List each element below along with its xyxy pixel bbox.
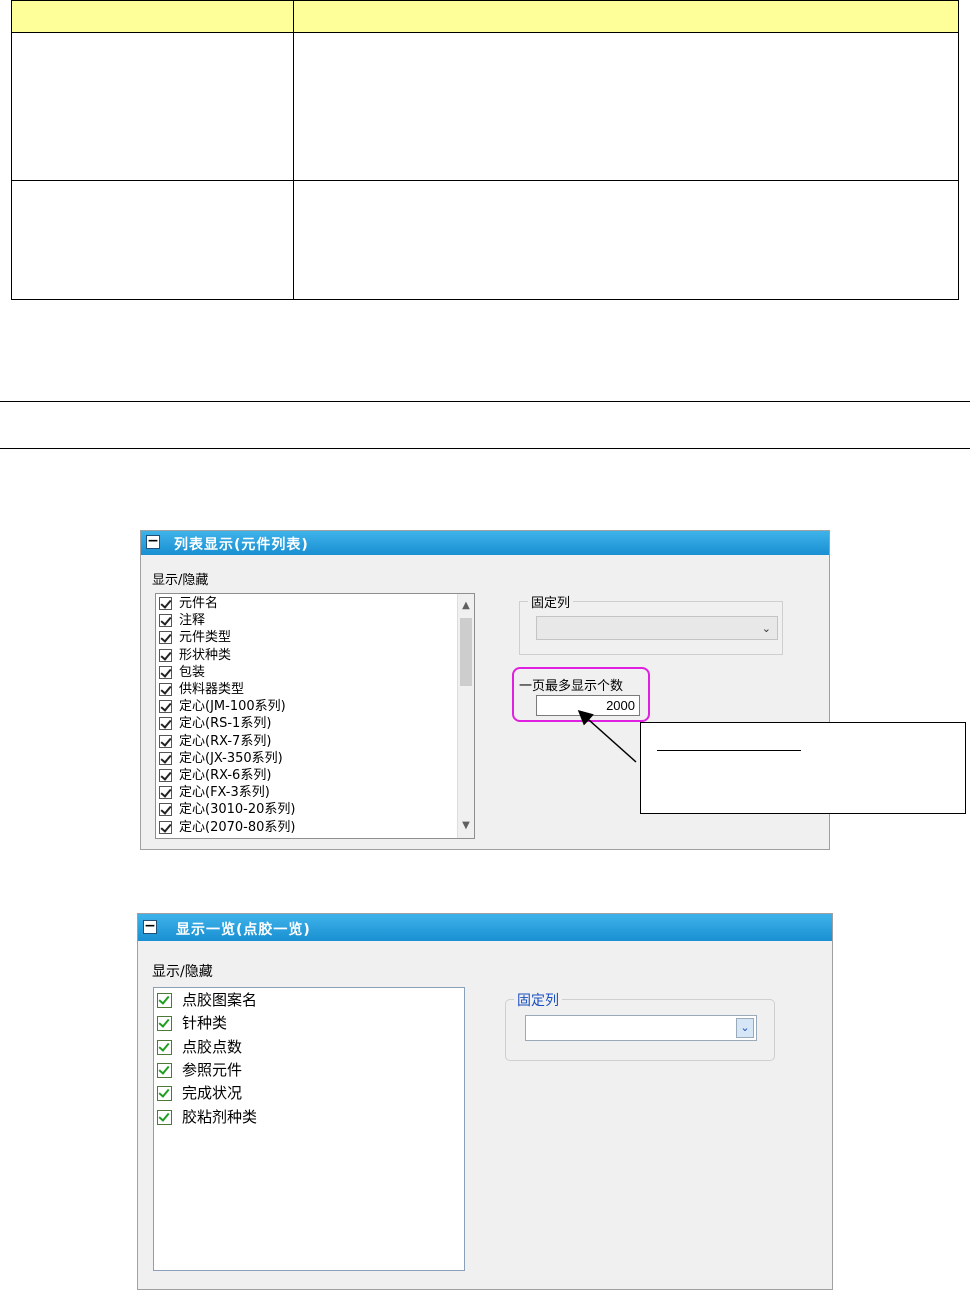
list-item-label: 包装 xyxy=(179,664,206,680)
horizontal-rule-top xyxy=(0,401,970,402)
check-icon[interactable] xyxy=(159,803,172,817)
show-hide-listbox[interactable]: 元件名注释 元件类型 形状种类 包装供料器类型定心(JM-100系列) 定心(RS-1系… xyxy=(155,593,475,839)
list-item-label: 供料器类型 xyxy=(179,682,245,697)
chevron-down-icon[interactable]: ⌄ xyxy=(736,1018,754,1038)
check-icon[interactable] xyxy=(159,631,172,645)
panel-title: 列表显示(元件列表) xyxy=(174,537,309,553)
check-icon[interactable] xyxy=(159,820,172,834)
list-item-label: 定心(3010-20系列) xyxy=(179,802,296,818)
check-icon[interactable] xyxy=(157,1016,172,1032)
panel-title-bar: − 列表显示(元件列表) xyxy=(141,531,829,555)
fixed-column-group: 固定列 ⌄ xyxy=(505,990,775,1061)
list-item-label: 定心(2070-80系列) xyxy=(179,819,296,835)
table-header-row xyxy=(12,1,958,33)
list-item-label: 针种类 xyxy=(182,1014,228,1033)
list-item-label: 元件名 xyxy=(179,596,219,611)
show-hide-label: 显示/隐藏 xyxy=(152,964,213,980)
check-icon[interactable] xyxy=(159,751,172,765)
scrollbar-thumb[interactable] xyxy=(460,618,472,686)
max-per-page-input[interactable] xyxy=(536,695,640,716)
fixed-column-label: 固定列 xyxy=(514,990,562,1010)
check-icon[interactable] xyxy=(157,1063,172,1079)
check-icon[interactable] xyxy=(159,769,172,783)
fixed-column-select[interactable]: ⌄ xyxy=(525,1015,757,1041)
list-item-label: 注释 xyxy=(179,613,206,629)
fixed-column-label: 固定列 xyxy=(528,592,574,611)
list-item-label: 定心(FX-3系列) xyxy=(179,785,270,801)
document-table xyxy=(11,0,959,300)
list-item-label: 完成状况 xyxy=(182,1084,243,1103)
chevron-up-icon[interactable]: ▲ xyxy=(458,598,474,614)
fixed-column-group: 固定列 ⌄ xyxy=(519,592,783,655)
listbox-scrollbar[interactable]: ▲ ▼ xyxy=(457,594,474,838)
panel-title-bar: − 显示一览(点胶一览) xyxy=(138,914,832,941)
check-icon[interactable] xyxy=(159,665,172,679)
minus-box-icon[interactable]: − xyxy=(146,534,160,549)
check-icon[interactable] xyxy=(159,683,172,697)
callout-box xyxy=(640,722,966,814)
check-icon[interactable] xyxy=(159,648,172,662)
list-item-label: 点胶图案名 xyxy=(182,991,258,1009)
list-item-label: 胶粘剂种类 xyxy=(182,1107,258,1126)
horizontal-rule-bottom xyxy=(0,448,970,449)
fixed-column-select[interactable]: ⌄ xyxy=(536,616,778,640)
show-hide-label: 显示/隐藏 xyxy=(152,573,209,588)
check-icon[interactable] xyxy=(159,734,172,748)
list-item-label: 形状种类 xyxy=(179,647,232,663)
callout-underline xyxy=(657,750,801,751)
chevron-down-icon[interactable]: ▼ xyxy=(458,818,474,834)
list-item-label: 定心(RX-7系列) xyxy=(179,733,272,749)
check-icon[interactable] xyxy=(159,717,172,731)
check-icon[interactable] xyxy=(157,1086,172,1102)
panel-title: 显示一览(点胶一览) xyxy=(176,922,311,938)
dispense-list-panel: − 显示一览(点胶一览) 显示/隐藏 点胶图案名针种类点胶点数参照元件完成状况胶… xyxy=(137,913,833,1290)
check-icon[interactable] xyxy=(159,700,172,714)
check-icon[interactable] xyxy=(159,597,172,611)
list-item-label: 定心(JM-100系列) xyxy=(179,699,286,715)
check-icon[interactable] xyxy=(157,1039,172,1055)
list-item-label: 点胶点数 xyxy=(182,1037,243,1056)
list-item-label: 参照元件 xyxy=(182,1060,243,1079)
list-item-label: 元件类型 xyxy=(179,630,232,646)
chevron-down-icon: ⌄ xyxy=(761,622,771,635)
minus-box-icon[interactable]: − xyxy=(143,919,157,934)
list-item-label: 定心(JX-350系列) xyxy=(179,750,283,766)
check-icon[interactable] xyxy=(159,786,172,800)
list-item-label: 定心(RX-6系列) xyxy=(179,768,272,783)
max-per-page-label: 一页最多显示个数 xyxy=(519,679,624,694)
show-hide-listbox[interactable]: 点胶图案名针种类点胶点数参照元件完成状况胶粘剂种类 xyxy=(153,987,465,1271)
check-icon[interactable] xyxy=(157,1109,172,1125)
check-icon[interactable] xyxy=(157,993,172,1009)
check-icon[interactable] xyxy=(159,614,172,628)
table-row-divider xyxy=(12,180,958,181)
list-item-label: 定心(RS-1系列) xyxy=(179,716,272,732)
table-column-divider xyxy=(293,1,294,299)
